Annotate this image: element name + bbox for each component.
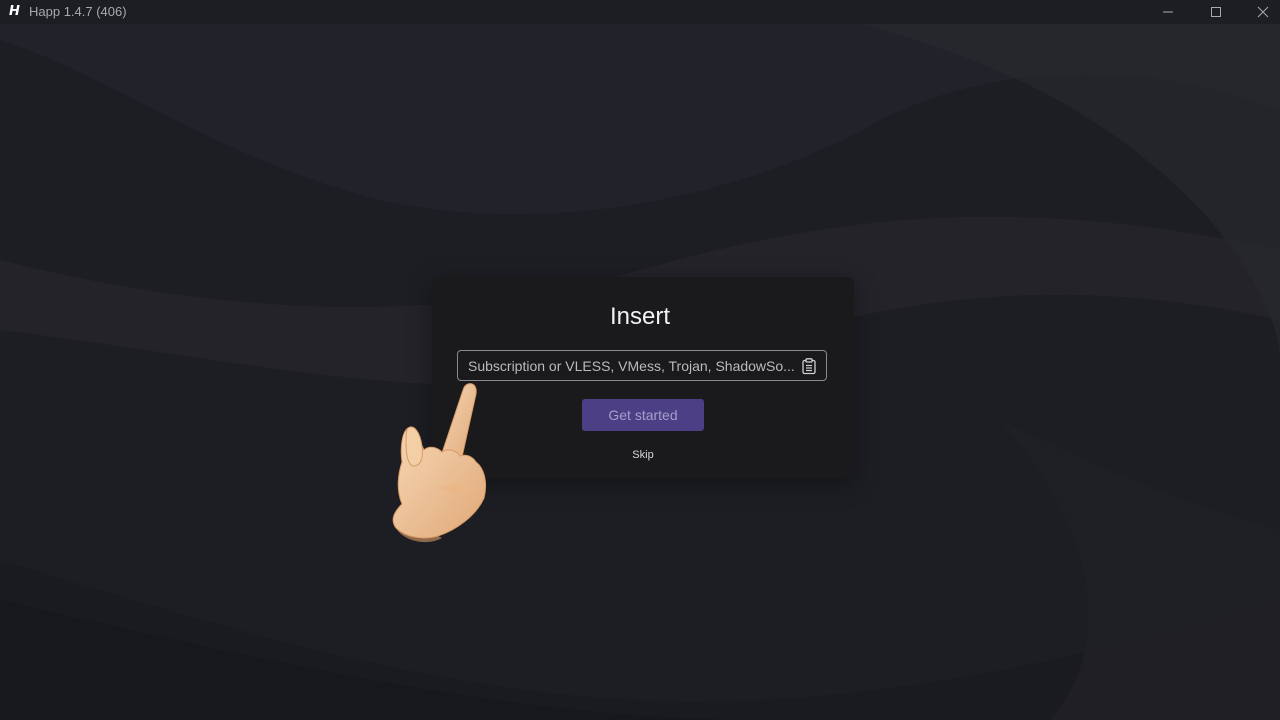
pointing-hand-icon [392, 383, 487, 543]
close-icon [1257, 6, 1269, 18]
minimize-button[interactable] [1145, 0, 1191, 24]
title-bar: H Happ 1.4.7 (406) [0, 0, 1280, 24]
subscription-input-box[interactable] [457, 350, 827, 381]
get-started-button[interactable]: Get started [582, 399, 704, 431]
app-window: H Happ 1.4.7 (406) Insert Subscription o… [0, 0, 1280, 720]
dialog-title: Insert [609, 303, 671, 330]
minimize-icon [1163, 11, 1173, 13]
maximize-button[interactable] [1193, 0, 1239, 24]
skip-link[interactable]: Skip [612, 447, 674, 463]
clipboard-icon[interactable] [800, 357, 818, 375]
window-title: Happ 1.4.7 (406) [29, 4, 127, 19]
maximize-icon [1211, 7, 1221, 17]
close-button[interactable] [1240, 0, 1280, 24]
app-logo: H [9, 4, 20, 19]
subscription-input[interactable] [468, 351, 794, 380]
